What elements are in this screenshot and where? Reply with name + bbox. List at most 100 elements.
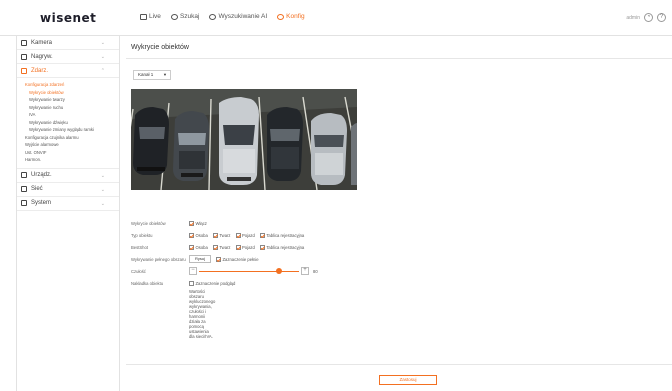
camera-icon xyxy=(21,39,27,46)
preview-label: Nakładka obiektu xyxy=(131,280,164,286)
checkbox-checked-icon xyxy=(235,244,241,250)
system-icon xyxy=(21,200,27,206)
sidebar-section-system[interactable]: System ⌄ xyxy=(17,197,119,211)
record-icon xyxy=(21,53,27,60)
bestshot-person-checkbox[interactable]: Osoba xyxy=(189,244,208,250)
checkbox-checked-icon xyxy=(259,244,265,250)
sidebar-item-alarm-sensor[interactable]: Konfiguracja czujnika alarmu xyxy=(17,134,119,142)
draw-area-button[interactable]: Rysuj xyxy=(189,255,211,263)
sensitivity-label: Czułość xyxy=(131,268,146,274)
type-face-checkbox[interactable]: Twarz xyxy=(212,232,231,238)
sidebar-section-label: Urządz. xyxy=(31,172,52,178)
bestshot-face-checkbox[interactable]: Twarz xyxy=(212,244,231,250)
checkbox-checked-icon xyxy=(189,232,194,238)
divider xyxy=(126,364,672,365)
slider-track xyxy=(199,270,299,272)
event-icon xyxy=(21,67,27,74)
preview-hint: Wartości obszaru wykluczonego wykrywania… xyxy=(189,289,216,339)
sidebar-section-label: System xyxy=(31,200,52,206)
bestshot-plate-checkbox[interactable]: Tablica rejestracyjna xyxy=(259,244,305,250)
nav-config[interactable]: Konfig xyxy=(277,13,305,20)
slider-handle[interactable] xyxy=(276,268,282,274)
sidebar-item-iva[interactable]: IVA xyxy=(17,111,119,119)
chevron-down-icon: ⌄ xyxy=(100,200,105,207)
apply-button[interactable]: Zastosuj xyxy=(379,375,437,385)
bestshot-label: BestShot xyxy=(131,244,148,250)
nav-live[interactable]: Live xyxy=(140,13,161,20)
object-type-controls: Osoba Twarz Pojazd Tablica rejestracyjna xyxy=(189,232,305,238)
checkbox-checked-icon xyxy=(212,244,218,250)
chevron-down-icon: ⌄ xyxy=(100,40,105,46)
preview-checkbox-label: Zaznaczenie podgląd xyxy=(195,280,236,286)
type-vehicle-label: Pojazd xyxy=(242,232,255,238)
type-plate-label: Tablica rejestracyjna xyxy=(266,232,305,238)
type-plate-checkbox[interactable]: Tablica rejestracyjna xyxy=(259,232,305,238)
sidebar-item-object-detection[interactable]: Wykrycie obiektów xyxy=(17,89,119,97)
sidebar-item-tampering[interactable]: Wykrywanie zmiany wyglądu ramki xyxy=(17,126,119,134)
sidebar-section-network[interactable]: Sieć ⌄ xyxy=(17,183,119,197)
sidebar: Kamera ⌄ Nagryw. ⌄ Zdarz. ⌃ Konfiguracja… xyxy=(16,36,120,391)
preview-controls: Zaznaczenie podgląd xyxy=(189,280,236,286)
ai-search-icon xyxy=(209,13,217,20)
bestshot-controls: Osoba Twarz Pojazd Tablica rejestracyjna xyxy=(189,244,305,250)
sidebar-section-camera[interactable]: Kamera ⌄ xyxy=(17,36,119,50)
sensitivity-slider[interactable] xyxy=(199,267,299,275)
checkbox-checked-icon xyxy=(189,220,194,226)
nav-search-label: Szukaj xyxy=(179,13,200,20)
area-full-checkbox[interactable]: Zaznaczenie pełnie xyxy=(216,256,259,262)
sidebar-section-event[interactable]: Zdarz. ⌃ xyxy=(17,64,119,78)
sidebar-section-label: Nagryw. xyxy=(31,53,53,60)
chevron-down-icon: ▼ xyxy=(163,72,167,77)
sidebar-item-schedule[interactable]: Harmon. xyxy=(17,156,119,164)
sensitivity-value: 80 xyxy=(313,268,318,274)
type-person-label: Osoba xyxy=(195,232,208,238)
divider xyxy=(126,58,672,59)
channel-select-value: Kanał 1 xyxy=(138,72,154,77)
main-panel: Wykrycie obiektów Kanał 1 ▼ Wykrycie obi… xyxy=(121,36,672,391)
top-bar: wisenet Live Szukaj Wyszukiwanie AI Konf… xyxy=(0,0,672,36)
checkbox-unchecked-icon xyxy=(189,280,194,286)
area-full-label: Zaznaczenie pełnie xyxy=(222,256,259,262)
sidebar-item-alarm-output[interactable]: Wyjście alarmowe xyxy=(17,141,119,149)
page-title: Wykrycie obiektów xyxy=(131,44,189,51)
sidebar-section-label: Zdarz. xyxy=(31,67,49,74)
sensitivity-decrease-button[interactable]: − xyxy=(189,267,197,275)
bestshot-plate-label: Tablica rejestracyjna xyxy=(266,244,305,250)
event-submenu: Konfiguracja zdarzeń Wykrycie obiektów W… xyxy=(17,78,119,169)
enable-checkbox[interactable]: Włącz xyxy=(189,220,207,226)
user-icon[interactable]: ◔ xyxy=(644,13,653,22)
wisenet-logo: wisenet xyxy=(40,11,97,25)
sidebar-item-face-detection[interactable]: Wykrywanie twarzy xyxy=(17,96,119,104)
type-vehicle-checkbox[interactable]: Pojazd xyxy=(235,232,255,238)
preview-checkbox[interactable]: Zaznaczenie podgląd xyxy=(189,280,236,286)
gear-icon xyxy=(277,13,285,20)
bestshot-vehicle-checkbox[interactable]: Pojazd xyxy=(235,244,255,250)
chevron-down-icon: ⌄ xyxy=(100,54,105,60)
nav-ai-search[interactable]: Wyszukiwanie AI xyxy=(209,13,267,20)
sidebar-section-device[interactable]: Urządz. ⌄ xyxy=(17,169,119,183)
top-nav: Live Szukaj Wyszukiwanie AI Konfig xyxy=(140,13,305,20)
device-icon xyxy=(21,172,27,178)
checkbox-checked-icon xyxy=(216,256,221,262)
sidebar-section-label: Kamera xyxy=(31,39,53,46)
sidebar-item-event-setup[interactable]: Konfiguracja zdarzeń xyxy=(17,81,119,89)
checkbox-checked-icon xyxy=(189,244,194,250)
nav-live-label: Live xyxy=(149,13,161,20)
help-icon[interactable]: ? xyxy=(657,13,666,22)
chevron-up-icon: ⌃ xyxy=(100,68,105,74)
sidebar-item-audio-detection[interactable]: Wykrywanie dźwięku xyxy=(17,119,119,127)
channel-select[interactable]: Kanał 1 ▼ xyxy=(133,70,171,80)
user-name[interactable]: admin xyxy=(626,15,640,21)
nav-search[interactable]: Szukaj xyxy=(170,13,200,20)
type-person-checkbox[interactable]: Osoba xyxy=(189,232,208,238)
sensitivity-increase-button[interactable]: + xyxy=(301,267,309,275)
search-icon xyxy=(170,13,178,20)
nav-ai-search-label: Wyszukiwanie AI xyxy=(218,13,268,20)
sidebar-item-onvif[interactable]: Ust. ONVIF xyxy=(17,149,119,157)
sidebar-item-motion-detection[interactable]: Wykrywanie ruchu xyxy=(17,104,119,112)
sidebar-section-record[interactable]: Nagryw. ⌄ xyxy=(17,50,119,64)
object-type-label: Typ obiektu xyxy=(131,232,153,238)
network-icon xyxy=(21,186,27,192)
camera-preview[interactable] xyxy=(131,89,357,190)
enable-controls: Włącz xyxy=(189,220,207,226)
